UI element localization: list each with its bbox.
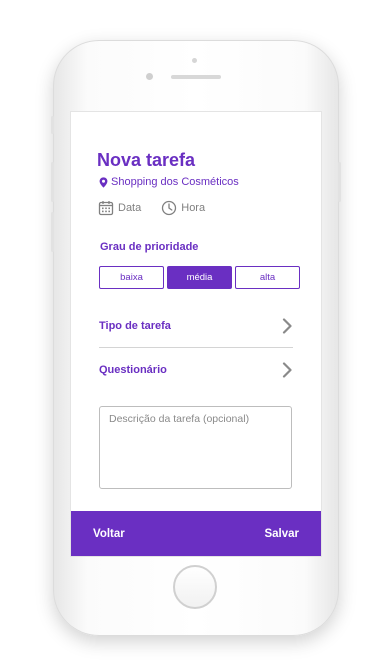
home-button[interactable] xyxy=(173,565,217,609)
priority-label: Grau de prioridade xyxy=(100,241,199,253)
location-info: Shopping dos Cosméticos xyxy=(99,176,239,188)
volume-down-button xyxy=(51,212,54,252)
questionnaire-label: Questionário xyxy=(99,364,167,376)
date-label: Data xyxy=(118,202,142,214)
volume-up-button xyxy=(51,162,54,202)
app-screen: Nova tarefa Shopping dos Cosméticos Data xyxy=(71,112,321,556)
page-title: Nova tarefa xyxy=(97,150,196,170)
task-type-label: Tipo de tarefa xyxy=(99,320,171,332)
front-camera xyxy=(146,73,153,80)
save-button[interactable]: Salvar xyxy=(264,528,299,540)
mute-switch xyxy=(51,116,54,134)
time-label: Hora xyxy=(181,202,206,214)
priority-selector: baixa média alta xyxy=(99,266,303,289)
priority-low-button[interactable]: baixa xyxy=(99,266,164,289)
location-name: Shopping dos Cosméticos xyxy=(111,176,239,188)
task-type-row[interactable]: Tipo de tarefa xyxy=(99,314,293,338)
description-textarea[interactable] xyxy=(99,406,292,489)
date-picker[interactable]: Data xyxy=(98,200,141,216)
clock-icon xyxy=(162,200,177,216)
row-divider xyxy=(99,347,293,348)
bottom-action-bar: Voltar Salvar xyxy=(71,511,321,556)
map-pin-icon xyxy=(99,176,108,188)
chevron-right-icon xyxy=(282,362,292,378)
date-time-pickers: Data Hora xyxy=(98,200,225,216)
earpiece-speaker xyxy=(171,75,221,79)
calendar-icon xyxy=(98,201,114,216)
priority-high-button[interactable]: alta xyxy=(235,266,300,289)
back-button[interactable]: Voltar xyxy=(93,528,125,540)
chevron-right-icon xyxy=(282,318,292,334)
priority-medium-button[interactable]: média xyxy=(167,266,232,289)
power-button xyxy=(338,162,341,202)
questionnaire-row[interactable]: Questionário xyxy=(99,358,293,382)
time-picker[interactable]: Hora xyxy=(161,200,205,216)
proximity-sensor xyxy=(192,58,197,63)
